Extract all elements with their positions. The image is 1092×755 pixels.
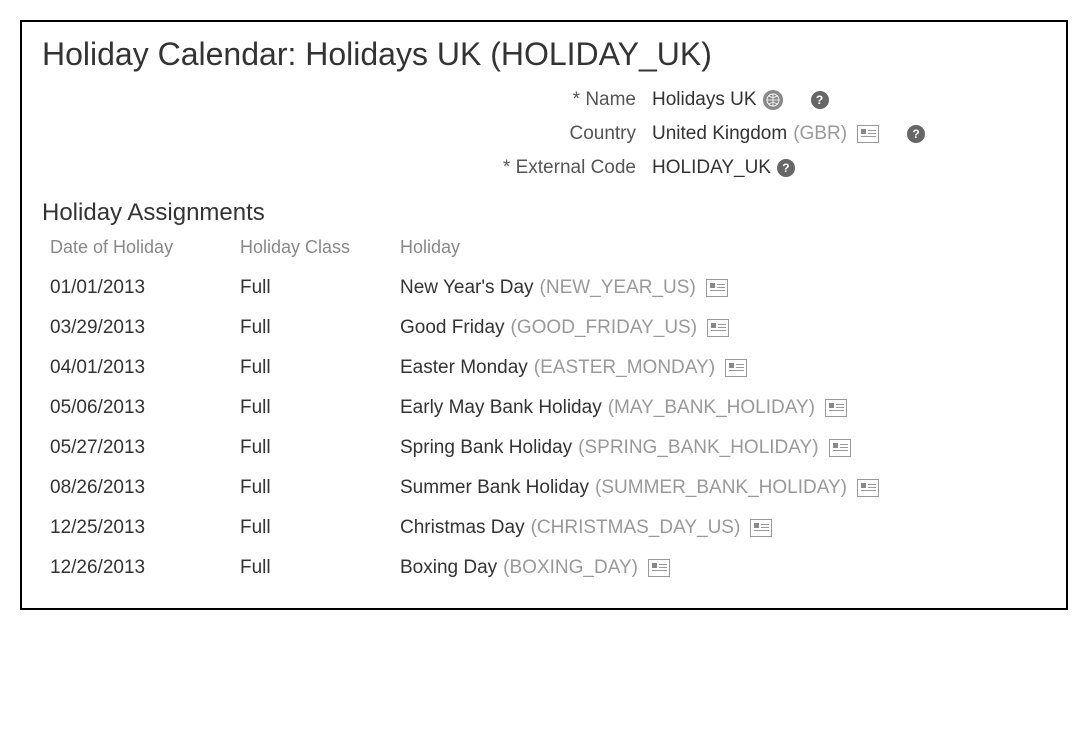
globe-icon[interactable]	[763, 90, 783, 110]
table-row: 12/26/2013FullBoxing Day (BOXING_DAY)	[42, 548, 1046, 588]
column-date-header: Date of Holiday	[50, 237, 240, 258]
table-row: 03/29/2013FullGood Friday (GOOD_FRIDAY_US…	[42, 308, 1046, 348]
cell-holiday: Summer Bank Holiday (SUMMER_BANK_HOLIDAY)	[400, 477, 1046, 499]
cell-date: 08/26/2013	[50, 477, 240, 499]
cell-holiday: New Year's Day (NEW_YEAR_US)	[400, 277, 1046, 299]
assignments-table: Date of Holiday Holiday Class Holiday 01…	[42, 237, 1046, 588]
cell-date: 05/06/2013	[50, 397, 240, 419]
help-icon[interactable]: ?	[811, 91, 829, 109]
header-fields: * Name Holidays UK ? Country United King…	[42, 89, 1046, 179]
cell-class: Full	[240, 437, 400, 459]
cell-class: Full	[240, 517, 400, 539]
help-icon[interactable]: ?	[777, 159, 795, 177]
table-row: 01/01/2013FullNew Year's Day (NEW_YEAR_US…	[42, 268, 1046, 308]
holiday-code: (SUMMER_BANK_HOLIDAY)	[595, 477, 847, 499]
holiday-name: Spring Bank Holiday	[400, 437, 572, 459]
field-external-code-value: HOLIDAY_UK ?	[652, 157, 795, 179]
table-row: 12/25/2013FullChristmas Day (CHRISTMAS_DA…	[42, 508, 1046, 548]
external-code-text: HOLIDAY_UK	[652, 157, 771, 179]
holiday-name: Summer Bank Holiday	[400, 477, 589, 499]
field-external-code-row: * External Code HOLIDAY_UK ?	[42, 157, 1046, 179]
cell-class: Full	[240, 277, 400, 299]
detail-icon[interactable]	[648, 559, 670, 577]
cell-holiday: Boxing Day (BOXING_DAY)	[400, 557, 1046, 579]
detail-icon[interactable]	[829, 439, 851, 457]
field-name-row: * Name Holidays UK ?	[42, 89, 1046, 111]
holiday-name: Easter Monday	[400, 357, 528, 379]
page-title: Holiday Calendar: Holidays UK (HOLIDAY_U…	[42, 36, 1046, 73]
detail-icon[interactable]	[725, 359, 747, 377]
table-body: 01/01/2013FullNew Year's Day(NEW_YEAR_US…	[42, 268, 1046, 588]
cell-date: 05/27/2013	[50, 437, 240, 459]
detail-icon[interactable]	[750, 519, 772, 537]
country-text: United Kingdom	[652, 123, 787, 145]
holiday-code: (MAY_BANK_HOLIDAY)	[608, 397, 815, 419]
table-row: 05/06/2013FullEarly May Bank Holiday (MAY…	[42, 388, 1046, 428]
field-country-row: Country United Kingdom (GBR) ?	[42, 123, 1046, 145]
field-country-value: United Kingdom (GBR) ?	[652, 123, 925, 145]
holiday-code: (NEW_YEAR_US)	[540, 277, 696, 299]
holiday-name: Boxing Day	[400, 557, 497, 579]
detail-icon[interactable]	[857, 479, 879, 497]
cell-class: Full	[240, 557, 400, 579]
cell-date: 12/26/2013	[50, 557, 240, 579]
cell-holiday: Early May Bank Holiday (MAY_BANK_HOLIDAY)	[400, 397, 1046, 419]
column-holiday-header: Holiday	[400, 237, 1046, 258]
field-external-code-label: * External Code	[42, 157, 652, 179]
cell-class: Full	[240, 397, 400, 419]
cell-date: 01/01/2013	[50, 277, 240, 299]
table-row: 04/01/2013FullEaster Monday (EASTER_MONDA…	[42, 348, 1046, 388]
country-code: (GBR)	[793, 123, 847, 145]
holiday-code: (BOXING_DAY)	[503, 557, 638, 579]
cell-class: Full	[240, 477, 400, 499]
table-row: 05/27/2013FullSpring Bank Holiday (SPRING…	[42, 428, 1046, 468]
cell-holiday: Spring Bank Holiday (SPRING_BANK_HOLIDAY)	[400, 437, 1046, 459]
holiday-name: Good Friday	[400, 317, 505, 339]
holiday-name: Early May Bank Holiday	[400, 397, 602, 419]
holiday-name: Christmas Day	[400, 517, 525, 539]
cell-date: 12/25/2013	[50, 517, 240, 539]
cell-holiday: Easter Monday (EASTER_MONDAY)	[400, 357, 1046, 379]
field-name-label: * Name	[42, 89, 652, 111]
name-text: Holidays UK	[652, 89, 757, 111]
cell-date: 03/29/2013	[50, 317, 240, 339]
cell-holiday: Good Friday (GOOD_FRIDAY_US)	[400, 317, 1046, 339]
detail-icon[interactable]	[707, 319, 729, 337]
table-header: Date of Holiday Holiday Class Holiday	[42, 237, 1046, 258]
table-row: 08/26/2013FullSummer Bank Holiday (SUMMER…	[42, 468, 1046, 508]
cell-class: Full	[240, 317, 400, 339]
field-country-label: Country	[42, 123, 652, 145]
assignments-section-title: Holiday Assignments	[42, 199, 1046, 227]
cell-date: 04/01/2013	[50, 357, 240, 379]
detail-icon[interactable]	[825, 399, 847, 417]
field-name-value: Holidays UK ?	[652, 89, 829, 111]
holiday-calendar-panel: Holiday Calendar: Holidays UK (HOLIDAY_U…	[20, 20, 1068, 610]
column-class-header: Holiday Class	[240, 237, 400, 258]
holiday-code: (EASTER_MONDAY)	[534, 357, 715, 379]
holiday-name: New Year's Day	[400, 277, 534, 299]
cell-class: Full	[240, 357, 400, 379]
holiday-code: (GOOD_FRIDAY_US)	[511, 317, 698, 339]
detail-icon[interactable]	[706, 279, 728, 297]
holiday-code: (SPRING_BANK_HOLIDAY)	[578, 437, 818, 459]
holiday-code: (CHRISTMAS_DAY_US)	[531, 517, 741, 539]
help-icon[interactable]: ?	[907, 125, 925, 143]
cell-holiday: Christmas Day (CHRISTMAS_DAY_US)	[400, 517, 1046, 539]
detail-icon[interactable]	[857, 125, 879, 143]
